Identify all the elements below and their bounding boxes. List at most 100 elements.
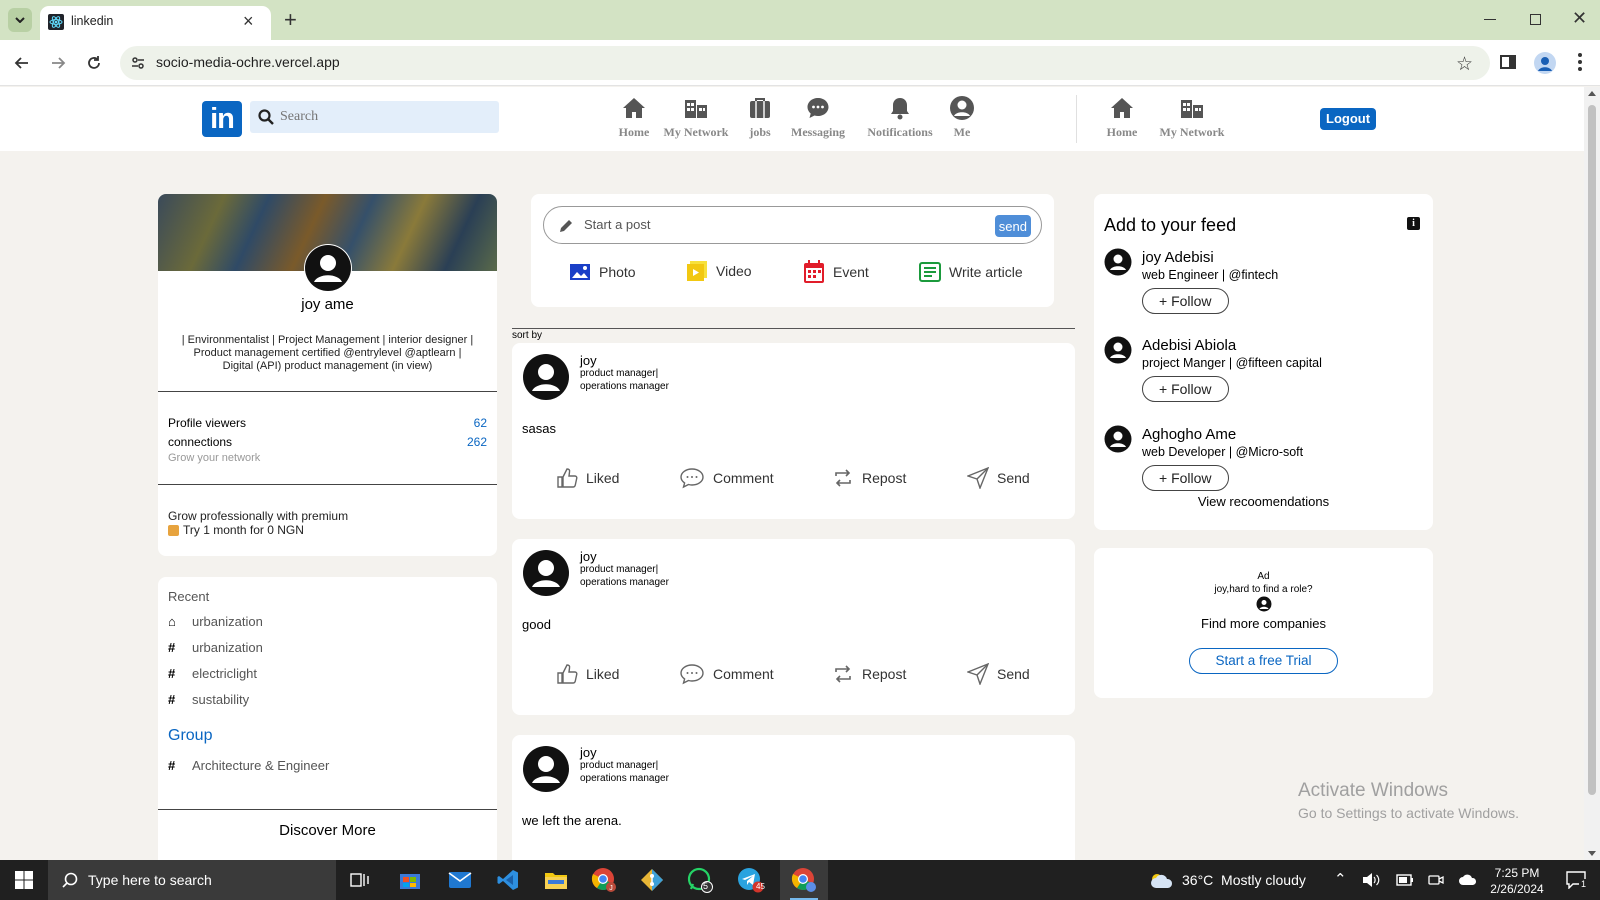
scroll-down-arrow-icon[interactable] bbox=[1588, 851, 1596, 856]
like-button[interactable]: Liked bbox=[556, 467, 619, 489]
onedrive-icon[interactable] bbox=[1458, 874, 1478, 886]
follow-button[interactable]: + Follow bbox=[1142, 465, 1229, 491]
comment-button[interactable]: Comment bbox=[679, 663, 774, 685]
tray-overflow-icon[interactable]: ⌃ bbox=[1334, 870, 1347, 888]
battery-icon[interactable] bbox=[1396, 873, 1414, 887]
start-post-input[interactable]: Start a post send bbox=[543, 206, 1042, 244]
comment-button[interactable]: Comment bbox=[679, 467, 774, 489]
info-icon[interactable]: i bbox=[1407, 217, 1420, 230]
whatsapp-icon[interactable]: 5 bbox=[680, 864, 720, 896]
nav-notifications[interactable]: Notifications bbox=[858, 95, 942, 140]
author-name[interactable]: joy bbox=[580, 353, 597, 368]
linkedin-logo[interactable]: in bbox=[202, 101, 242, 137]
recent-item[interactable]: # sustability bbox=[168, 692, 249, 707]
git-tool-icon[interactable] bbox=[632, 864, 672, 896]
forward-icon[interactable] bbox=[46, 51, 70, 75]
premium-title[interactable]: Grow professionally with premium bbox=[168, 509, 348, 523]
author-avatar[interactable] bbox=[522, 549, 570, 597]
scroll-thumb[interactable] bbox=[1588, 105, 1596, 795]
recent-item[interactable]: # urbanization bbox=[168, 640, 263, 655]
recent-item[interactable]: ⌂ urbanization bbox=[168, 614, 263, 629]
new-tab-icon[interactable]: + bbox=[284, 7, 297, 33]
vscode-icon[interactable] bbox=[488, 864, 528, 896]
nav-jobs[interactable]: jobs bbox=[740, 95, 780, 140]
grow-network-link[interactable]: Grow your network bbox=[168, 452, 260, 464]
like-button[interactable]: Liked bbox=[556, 663, 619, 685]
browser-tab[interactable]: linkedin × bbox=[40, 6, 271, 40]
suggestion-avatar[interactable] bbox=[1104, 336, 1132, 364]
windows-logo-icon bbox=[15, 871, 33, 889]
video-button[interactable]: Video bbox=[686, 260, 752, 282]
nav-messaging[interactable]: Messaging bbox=[788, 95, 848, 140]
follow-button[interactable]: + Follow bbox=[1142, 376, 1229, 402]
minimize-icon[interactable] bbox=[1484, 19, 1496, 20]
view-recommendations-link[interactable]: View recoomendations bbox=[1094, 494, 1433, 509]
side-panel-icon[interactable] bbox=[1500, 55, 1516, 69]
suggestion-name[interactable]: Adebisi Abiola bbox=[1142, 337, 1236, 354]
follow-button[interactable]: + Follow bbox=[1142, 288, 1229, 314]
author-name[interactable]: joy bbox=[580, 549, 597, 564]
weather-widget[interactable]: 36°C Mostly cloudy bbox=[1148, 871, 1306, 889]
nav-my-network-secondary[interactable]: My Network bbox=[1156, 95, 1228, 140]
suggestion-name[interactable]: Aghogho Ame bbox=[1142, 426, 1236, 443]
repost-button[interactable]: Repost bbox=[832, 469, 906, 487]
repost-button[interactable]: Repost bbox=[832, 665, 906, 683]
reload-icon[interactable] bbox=[82, 51, 106, 75]
chrome-active-icon[interactable] bbox=[780, 860, 828, 900]
profile-avatar-icon[interactable] bbox=[1534, 52, 1556, 74]
search-box[interactable] bbox=[250, 101, 499, 133]
post-send-button[interactable]: Send bbox=[967, 663, 1030, 685]
notifications-icon[interactable]: 1 bbox=[1566, 871, 1589, 889]
clock[interactable]: 7:25 PM 2/26/2024 bbox=[1486, 865, 1548, 897]
nav-home-secondary[interactable]: Home bbox=[1100, 95, 1144, 140]
author-avatar[interactable] bbox=[522, 353, 570, 401]
send-button[interactable]: send bbox=[994, 215, 1031, 237]
suggestion-name[interactable]: joy Adebisi bbox=[1142, 249, 1214, 266]
author-name[interactable]: joy bbox=[580, 745, 597, 760]
suggestion-avatar[interactable] bbox=[1104, 425, 1132, 453]
browser-menu-icon[interactable] bbox=[1578, 53, 1582, 71]
page-scrollbar[interactable] bbox=[1584, 87, 1600, 860]
telegram-icon[interactable]: 45 bbox=[730, 864, 770, 896]
omnibox[interactable]: socio-media-ochre.vercel.app ☆ bbox=[120, 46, 1490, 80]
microsoft-store-icon[interactable] bbox=[390, 864, 430, 896]
close-tab-icon[interactable]: × bbox=[243, 11, 254, 32]
bookmark-star-icon[interactable]: ☆ bbox=[1456, 53, 1473, 76]
group-heading[interactable]: Group bbox=[168, 727, 212, 745]
nav-home[interactable]: Home bbox=[612, 95, 656, 140]
group-item[interactable]: # Architecture & Engineer bbox=[168, 758, 329, 773]
nav-my-network[interactable]: My Network bbox=[660, 95, 732, 140]
free-trial-button[interactable]: Start a free Trial bbox=[1189, 648, 1338, 674]
task-view-icon[interactable] bbox=[340, 864, 380, 896]
author-avatar[interactable] bbox=[522, 745, 570, 793]
tab-search-icon[interactable] bbox=[8, 8, 32, 32]
post-send-button[interactable]: Send bbox=[967, 467, 1030, 489]
stat-row-viewers[interactable]: Profile viewers 62 bbox=[168, 416, 487, 430]
sort-by-label[interactable]: sort by bbox=[512, 330, 542, 341]
nav-me[interactable]: Me bbox=[948, 95, 976, 140]
recent-item[interactable]: # electriclight bbox=[168, 666, 257, 681]
meet-now-icon[interactable] bbox=[1428, 872, 1444, 888]
photo-button[interactable]: Photo bbox=[569, 262, 636, 282]
logout-button[interactable]: Logout bbox=[1320, 108, 1377, 130]
profile-avatar[interactable] bbox=[304, 244, 352, 292]
stat-row-connections[interactable]: connections 262 bbox=[168, 435, 487, 449]
event-button[interactable]: Event bbox=[803, 260, 869, 284]
taskbar-search[interactable]: Type here to search bbox=[48, 860, 336, 900]
mail-icon[interactable] bbox=[440, 864, 480, 896]
premium-offer[interactable]: Try 1 month for 0 NGN bbox=[168, 523, 304, 537]
chrome-profile-j-icon[interactable]: J bbox=[584, 864, 624, 896]
close-window-icon[interactable]: ✕ bbox=[1572, 8, 1587, 29]
write-article-button[interactable]: Write article bbox=[919, 262, 1023, 282]
start-button[interactable] bbox=[4, 864, 44, 896]
suggestion-avatar[interactable] bbox=[1104, 248, 1132, 276]
profile-name[interactable]: joy ame bbox=[158, 296, 497, 313]
restore-icon[interactable] bbox=[1530, 14, 1541, 25]
discover-more-link[interactable]: Discover More bbox=[158, 822, 497, 839]
scroll-up-arrow-icon[interactable] bbox=[1588, 91, 1596, 96]
file-explorer-icon[interactable] bbox=[536, 864, 576, 896]
search-input[interactable] bbox=[280, 107, 480, 127]
back-icon[interactable] bbox=[10, 51, 34, 75]
site-info-icon[interactable] bbox=[130, 55, 146, 71]
volume-icon[interactable] bbox=[1362, 872, 1380, 888]
